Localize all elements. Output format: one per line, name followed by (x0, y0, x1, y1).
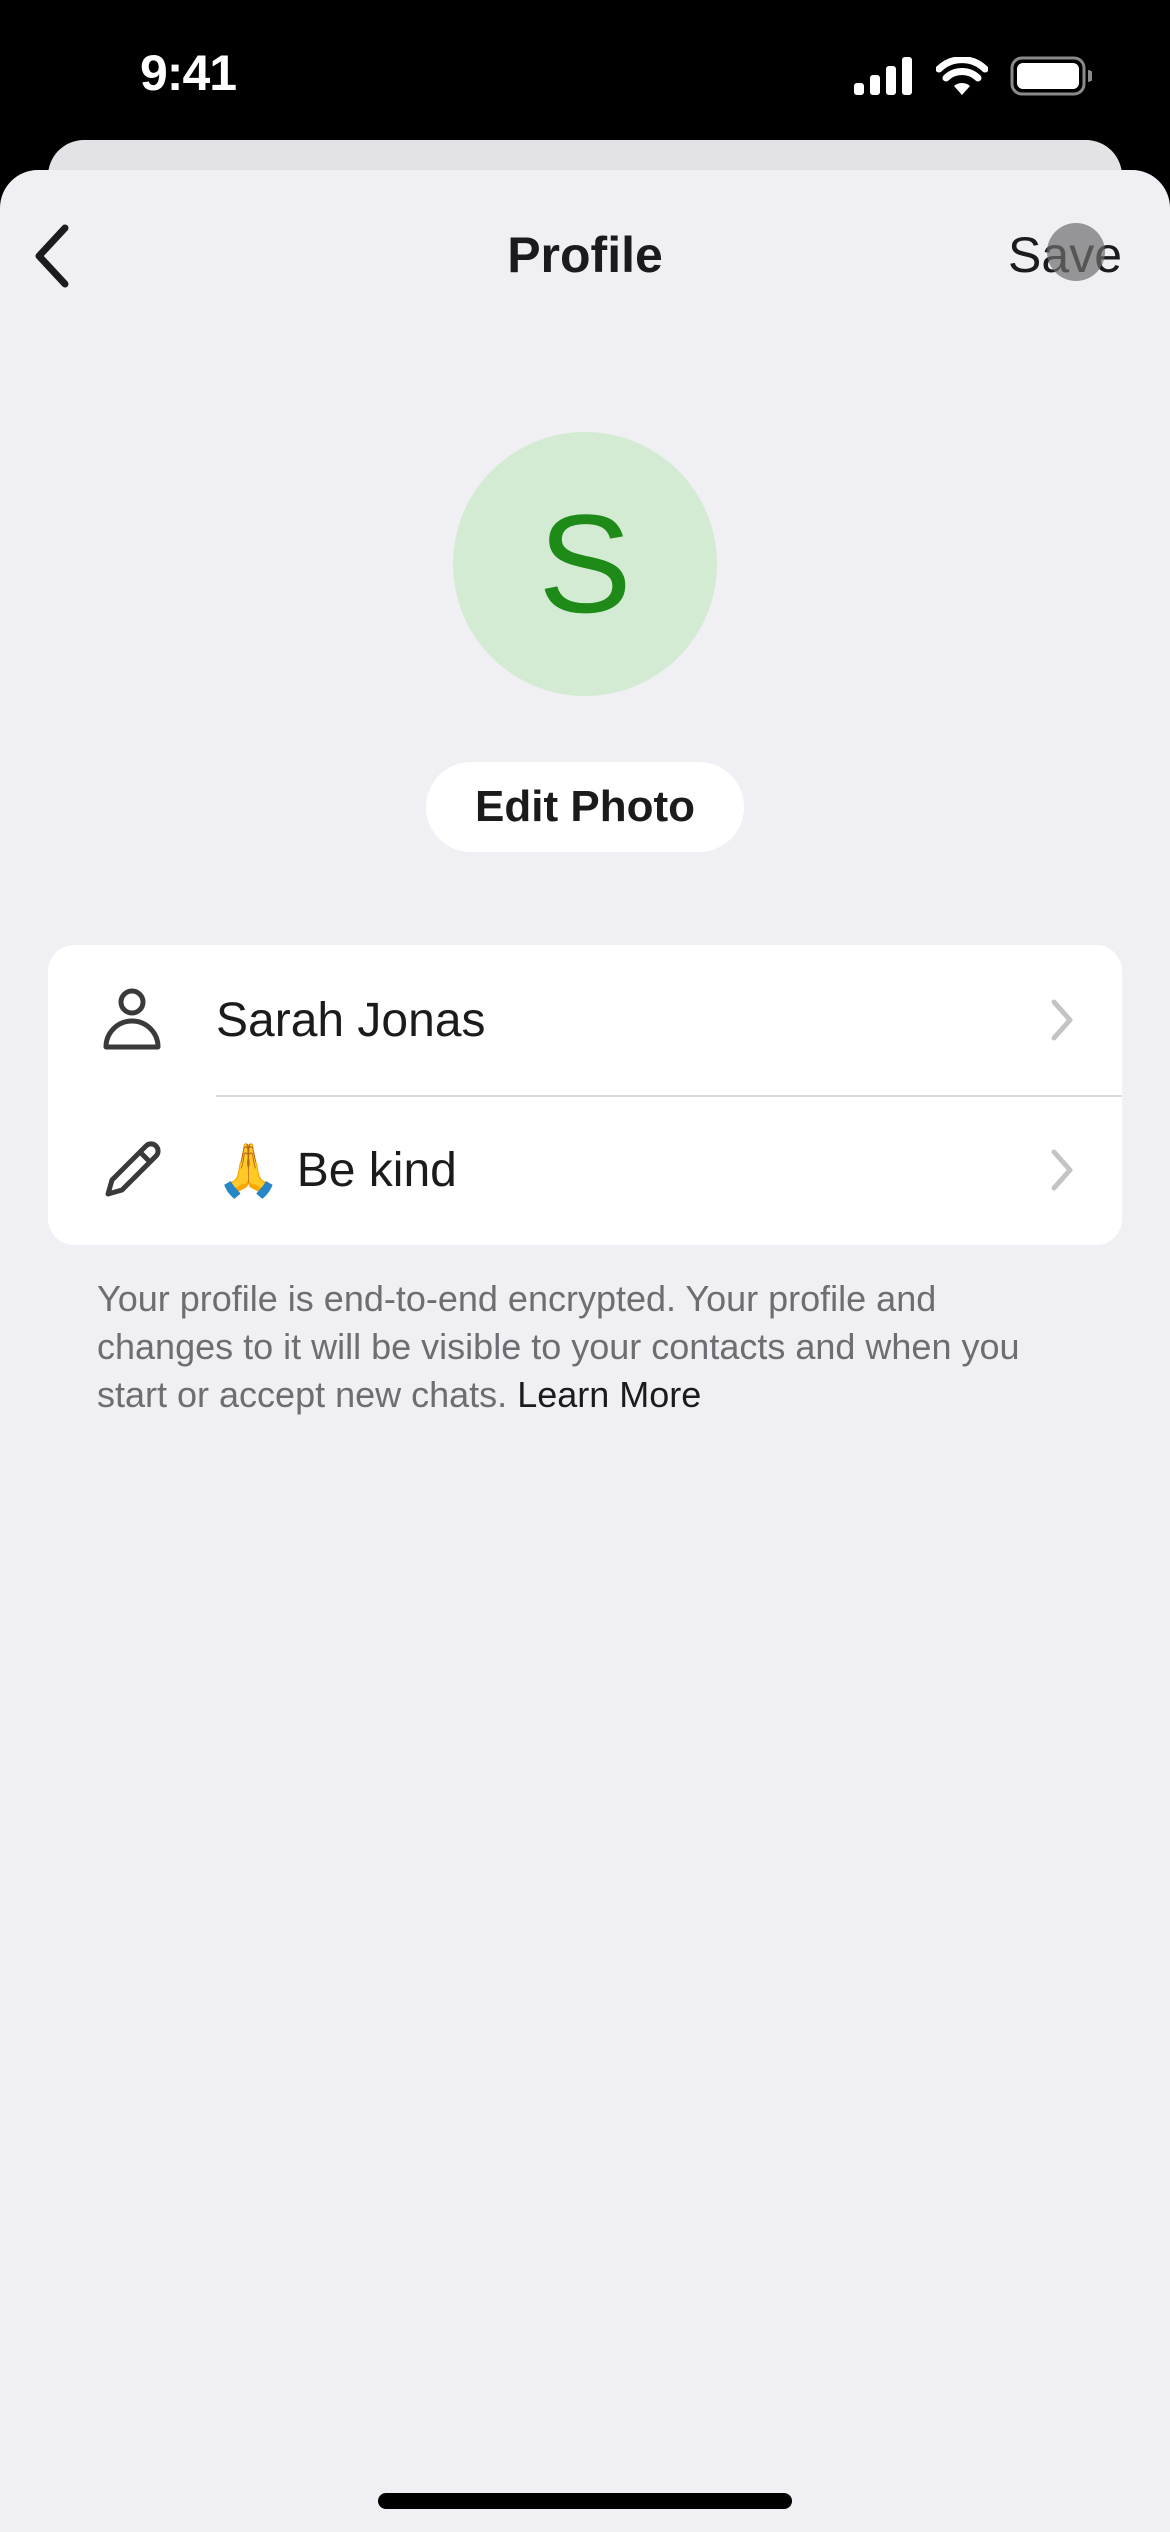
screen: 9:41 Profile S Edit Photo Sarah Jonas 🙏 … (0, 0, 1170, 2532)
status-icons (854, 56, 1094, 101)
edit-photo-button[interactable]: Edit Photo (426, 762, 744, 852)
profile-about-label: 🙏 Be kind (216, 1140, 457, 1201)
pencil-icon (100, 1135, 164, 1205)
touch-indicator (1047, 223, 1105, 281)
chevron-right-icon (1048, 998, 1076, 1042)
person-icon (100, 985, 164, 1055)
profile-row-about[interactable]: 🙏 Be kind (48, 1095, 1122, 1245)
status-bar: 9:41 (0, 0, 1170, 140)
learn-more-link[interactable]: Learn More (517, 1374, 701, 1415)
row-divider (216, 1095, 1122, 1097)
about-text: Be kind (296, 1143, 457, 1197)
profile-name-label: Sarah Jonas (216, 993, 486, 1047)
status-time: 9:41 (140, 45, 237, 101)
profile-sheet: Profile Save S Edit Photo Sarah Jonas (0, 170, 1170, 2532)
battery-icon (1010, 56, 1094, 101)
profile-row-name[interactable]: Sarah Jonas (48, 945, 1122, 1095)
nav-bar: Profile Save (0, 170, 1170, 340)
chevron-right-icon (1048, 1148, 1076, 1192)
about-emoji: 🙏 (216, 1141, 281, 1200)
avatar-initial: S (538, 485, 632, 642)
page-title: Profile (507, 227, 663, 283)
avatar[interactable]: S (453, 432, 717, 696)
wifi-icon (935, 56, 989, 100)
encryption-notice: Your profile is end-to-end encrypted. Yo… (97, 1275, 1057, 1419)
home-indicator[interactable] (378, 2493, 792, 2509)
cellular-signal-icon (854, 57, 914, 100)
profile-card: Sarah Jonas 🙏 Be kind (48, 945, 1122, 1245)
